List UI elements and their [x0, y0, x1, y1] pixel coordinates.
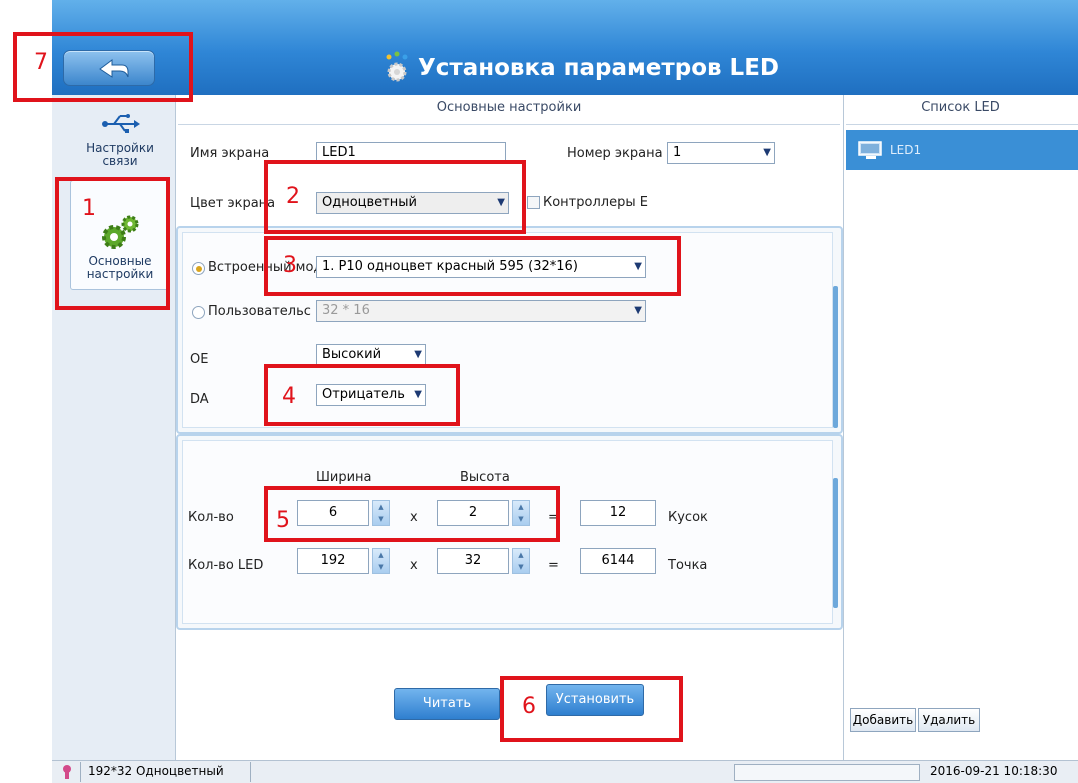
delete-button[interactable]: Удалить	[918, 708, 980, 732]
chevron-down-icon: ▼	[414, 349, 422, 360]
status-separator	[80, 762, 81, 782]
led-height-input[interactable]: 32	[437, 548, 509, 574]
oe-label: OE	[190, 352, 209, 367]
led-count-label: Кол-во LED	[188, 558, 264, 573]
led-unit: Точка	[668, 558, 708, 573]
led-list-item-label: LED1	[890, 143, 922, 157]
screen-name-label: Имя экрана	[190, 146, 270, 161]
divider	[178, 124, 840, 125]
annotation-box-3	[264, 236, 681, 296]
oe-select[interactable]: Высокий ▼	[316, 344, 426, 366]
times-sign: x	[410, 558, 418, 573]
usb-icon	[102, 114, 140, 133]
custom-module-value: 32 * 16	[322, 303, 370, 318]
led-height-stepper[interactable]: ▲ ▼	[512, 548, 530, 574]
led-list-title: Список LED	[921, 100, 1000, 115]
status-indicator-icon	[63, 765, 71, 779]
status-progress	[734, 764, 920, 781]
gear-settings-icon	[386, 51, 408, 82]
scrollbar[interactable]	[833, 286, 838, 428]
screen-number-value: 1	[673, 145, 682, 160]
monitor-icon	[858, 141, 882, 159]
width-header: Ширина	[316, 470, 372, 485]
builtin-module-radio[interactable]	[192, 262, 205, 275]
annotation-box-2	[264, 160, 526, 234]
spin-up-icon: ▲	[378, 551, 384, 559]
annotation-number-5: 5	[276, 508, 290, 533]
screen-number-select[interactable]: 1 ▼	[667, 142, 775, 164]
height-header: Высота	[460, 470, 510, 485]
controllers-checkbox[interactable]	[527, 196, 540, 209]
screen-color-label: Цвет экрана	[190, 196, 276, 211]
spin-up-icon: ▲	[518, 551, 524, 559]
led-width-input[interactable]: 192	[297, 548, 369, 574]
custom-module-label: Пользовательс	[208, 304, 311, 319]
led-total: 6144	[580, 548, 656, 574]
equals-sign: =	[548, 558, 559, 573]
read-button[interactable]: Читать	[394, 688, 500, 720]
main-panel-title: Основные настройки	[436, 100, 582, 115]
window-title-text: Установка параметров LED	[418, 55, 780, 81]
oe-value: Высокий	[322, 347, 382, 362]
led-width-stepper[interactable]: ▲ ▼	[372, 548, 390, 574]
annotation-number-1: 1	[82, 196, 96, 221]
chevron-down-icon: ▼	[634, 305, 642, 316]
divider	[846, 124, 1078, 125]
count-total: 12	[580, 500, 656, 526]
status-screen-info: 192*32 Одноцветный	[88, 764, 224, 778]
count-label: Кол-во	[188, 510, 234, 525]
custom-module-radio[interactable]	[192, 306, 205, 319]
window-title: Установка параметров LED	[380, 50, 800, 86]
da-label: DA	[190, 392, 209, 407]
scrollbar[interactable]	[833, 478, 838, 608]
led-list-panel	[843, 95, 1078, 760]
annotation-box-1	[55, 177, 170, 310]
spin-down-icon: ▼	[518, 563, 524, 571]
sidebar-item-label-line2: связи	[102, 154, 138, 168]
add-button[interactable]: Добавить	[850, 708, 916, 732]
annotation-number-4: 4	[282, 384, 296, 409]
controllers-label: Контроллеры E	[543, 195, 648, 210]
status-datetime: 2016-09-21 10:18:30	[930, 764, 1058, 778]
annotation-number-6: 6	[522, 694, 536, 719]
annotation-box-5	[264, 486, 560, 542]
screen-number-label: Номер экрана	[567, 146, 663, 161]
chevron-down-icon: ▼	[763, 147, 771, 158]
annotation-number-7: 7	[34, 50, 48, 75]
custom-module-select[interactable]: 32 * 16 ▼	[316, 300, 646, 322]
annotation-number-2: 2	[286, 184, 300, 209]
annotation-number-3: 3	[283, 253, 297, 278]
status-separator	[250, 762, 251, 782]
spin-down-icon: ▼	[378, 563, 384, 571]
count-unit: Кусок	[668, 510, 708, 525]
